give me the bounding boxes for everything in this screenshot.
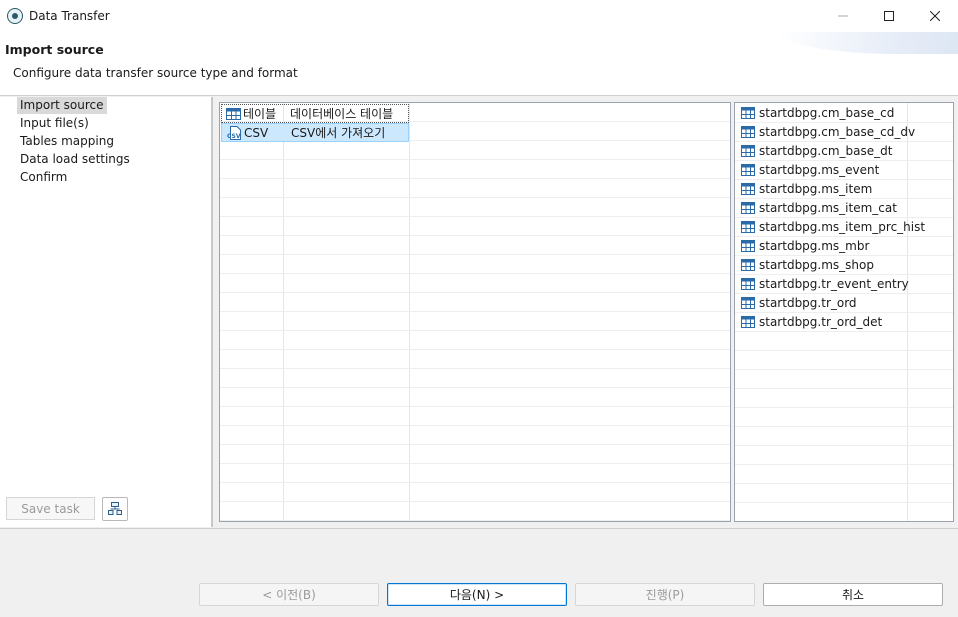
- table-icon: [741, 164, 755, 176]
- maximize-icon: [884, 11, 894, 21]
- task-config-button[interactable]: [102, 497, 128, 521]
- save-task-button[interactable]: Save task: [6, 497, 95, 520]
- table-name: startdbpg.tr_ord_det: [759, 315, 883, 329]
- next-button[interactable]: 다음(N) >: [387, 583, 567, 606]
- list-item[interactable]: startdbpg.ms_item: [735, 180, 953, 199]
- nav-item-import-source[interactable]: Import source: [17, 97, 107, 114]
- minimize-icon: [838, 15, 848, 17]
- table-name: startdbpg.tr_event_entry: [759, 277, 909, 291]
- table-name: startdbpg.ms_item: [759, 182, 873, 196]
- table-name: startdbpg.ms_item_cat: [759, 201, 897, 215]
- task-icon: [108, 502, 122, 515]
- nav-item-input-files[interactable]: Input file(s): [17, 115, 92, 132]
- target-tables-list: startdbpg.cm_base_cd startdbpg.cm_base_c…: [734, 102, 954, 522]
- list-item[interactable]: startdbpg.ms_shop: [735, 256, 953, 275]
- window-title: Data Transfer: [29, 9, 110, 23]
- csv-file-icon: CSV: [226, 125, 242, 140]
- source-type-row[interactable]: 테이블 데이터베이스 테이블: [221, 104, 409, 123]
- table-name: startdbpg.ms_mbr: [759, 239, 870, 253]
- header-decoration: [778, 32, 958, 54]
- table-name: startdbpg.cm_base_dt: [759, 144, 893, 158]
- source-type-description: 데이터베이스 테이블: [290, 107, 394, 121]
- table-name: startdbpg.tr_ord: [759, 296, 857, 310]
- list-item[interactable]: startdbpg.ms_event: [735, 161, 953, 180]
- wizard-steps-nav: Import source Input file(s) Tables mappi…: [0, 97, 212, 527]
- table-icon: [741, 126, 755, 138]
- list-item[interactable]: startdbpg.ms_item_prc_hist: [735, 218, 953, 237]
- title-bar: Data Transfer: [0, 0, 958, 32]
- table-name: startdbpg.cm_base_cd: [759, 106, 895, 120]
- app-icon: [7, 8, 23, 24]
- page-subtitle: Configure data transfer source type and …: [13, 66, 298, 80]
- table-icon: [741, 221, 755, 233]
- close-icon: [930, 11, 940, 21]
- nav-item-confirm[interactable]: Confirm: [17, 169, 70, 186]
- maximize-button[interactable]: [866, 0, 912, 32]
- table-name: startdbpg.ms_item_prc_hist: [759, 220, 926, 234]
- source-type-table: 테이블 데이터베이스 테이블 CSV CSV CSV에서 가져오기: [219, 102, 731, 522]
- table-name: startdbpg.cm_base_cd_dv: [759, 125, 916, 139]
- table-icon: [225, 107, 241, 121]
- window-controls: [820, 0, 958, 32]
- wizard-header: Import source Configure data transfer so…: [0, 32, 958, 96]
- source-type-name: CSV: [244, 125, 269, 140]
- list-item[interactable]: startdbpg.ms_item_cat: [735, 199, 953, 218]
- table-icon: [741, 297, 755, 309]
- list-item[interactable]: startdbpg.ms_mbr: [735, 237, 953, 256]
- svg-text:CSV: CSV: [227, 133, 241, 140]
- proceed-button[interactable]: 진행(P): [575, 583, 755, 606]
- minimize-button[interactable]: [820, 0, 866, 32]
- source-type-row-selected[interactable]: CSV CSV CSV에서 가져오기: [221, 123, 409, 142]
- list-item[interactable]: startdbpg.cm_base_cd_dv: [735, 123, 953, 142]
- table-name: startdbpg.ms_event: [759, 163, 880, 177]
- table-icon: [741, 202, 755, 214]
- list-item[interactable]: startdbpg.tr_ord: [735, 294, 953, 313]
- table-icon: [741, 316, 755, 328]
- list-item[interactable]: startdbpg.cm_base_cd: [735, 104, 953, 123]
- cancel-button[interactable]: 취소: [763, 583, 943, 606]
- table-icon: [741, 107, 755, 119]
- table-icon: [741, 259, 755, 271]
- back-button[interactable]: < 이전(B): [199, 583, 379, 606]
- list-item[interactable]: startdbpg.cm_base_dt: [735, 142, 953, 161]
- table-icon: [741, 183, 755, 195]
- nav-item-tables-mapping[interactable]: Tables mapping: [17, 133, 117, 150]
- close-button[interactable]: [912, 0, 958, 32]
- source-type-name: 테이블: [243, 107, 277, 121]
- nav-item-data-load-settings[interactable]: Data load settings: [17, 151, 133, 168]
- table-icon: [741, 145, 755, 157]
- source-type-description: CSV에서 가져오기: [291, 126, 386, 140]
- page-title: Import source: [5, 42, 104, 57]
- list-item[interactable]: startdbpg.tr_event_entry: [735, 275, 953, 294]
- table-name: startdbpg.ms_shop: [759, 258, 874, 272]
- table-icon: [741, 240, 755, 252]
- table-icon: [741, 278, 755, 290]
- list-item[interactable]: startdbpg.tr_ord_det: [735, 313, 953, 332]
